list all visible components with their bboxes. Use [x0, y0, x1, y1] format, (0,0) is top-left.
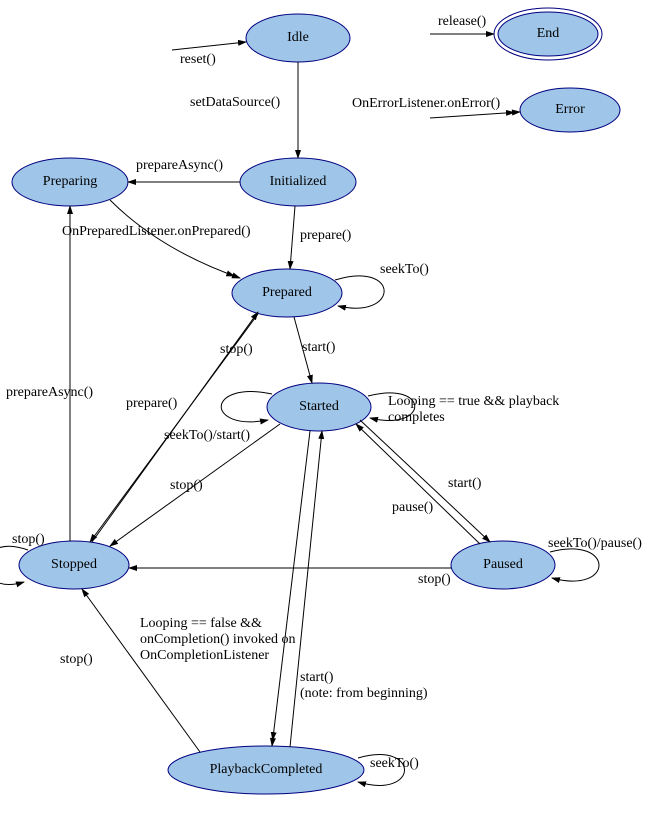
- edge-pbc-started: [290, 431, 322, 747]
- edge-prepared-started: [294, 317, 312, 383]
- node-initialized: [240, 158, 356, 206]
- node-end: [498, 12, 598, 56]
- state-diagram-svg: [0, 0, 665, 813]
- edge-started-stopped: [110, 424, 280, 546]
- node-stopped: [19, 541, 129, 589]
- edge-reset-entry: [172, 42, 246, 50]
- edge-paused-started: [356, 424, 480, 544]
- edge-pbc-stopped: [82, 589, 200, 752]
- edge-preparing-prepared: [110, 200, 240, 278]
- edge-started-looping-true: [368, 393, 415, 421]
- node-started: [267, 383, 371, 431]
- edge-pbc-seekto: [358, 755, 405, 786]
- node-paused: [451, 541, 555, 589]
- edge-paused-seekto-pause: [550, 549, 599, 581]
- edge-started-pbc: [272, 431, 310, 746]
- node-playbackcompleted: [168, 746, 364, 794]
- node-error: [520, 88, 620, 132]
- node-prepared: [232, 269, 342, 317]
- edge-started-seekto-start: [221, 392, 272, 422]
- node-idle: [246, 14, 350, 62]
- edge-initialized-prepared: [290, 206, 295, 269]
- edge-started-paused: [360, 420, 490, 542]
- edge-onerror-entry: [430, 112, 520, 118]
- node-preparing: [12, 158, 128, 206]
- edge-stopped-prepared: [92, 312, 258, 542]
